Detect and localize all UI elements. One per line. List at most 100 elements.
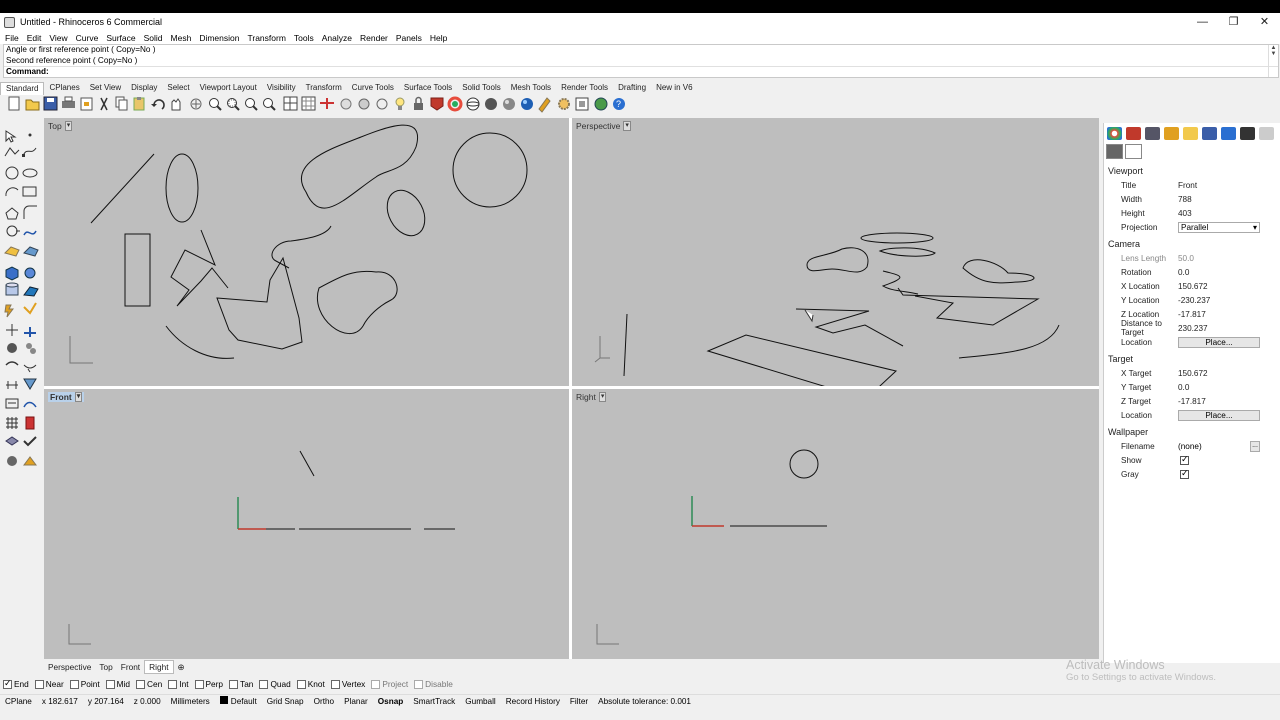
status-smarttrack[interactable]: SmartTrack (408, 697, 460, 706)
hide-icon[interactable] (358, 98, 370, 110)
light-icon[interactable] (395, 97, 405, 110)
import-icon[interactable] (80, 97, 93, 111)
osnap-tan-checkbox[interactable] (229, 679, 239, 689)
tab-curve-tools[interactable]: Curve Tools (347, 82, 399, 94)
value-rotation[interactable]: 0.0 (1176, 268, 1280, 277)
mesh-icon[interactable] (23, 286, 39, 297)
settings-panel-icon[interactable] (1259, 127, 1274, 140)
new-file-icon[interactable] (8, 96, 20, 111)
render-sphere-icon[interactable] (521, 98, 533, 110)
explode-icon[interactable] (23, 364, 37, 373)
viewport-tab-perspective[interactable]: Perspective (44, 661, 95, 673)
close-button[interactable]: ✕ (1249, 13, 1280, 31)
osnap-project-checkbox[interactable] (371, 679, 381, 689)
camera-place-button[interactable]: Place... (1178, 336, 1260, 348)
menu-render[interactable]: Render (356, 33, 392, 43)
value-y-location[interactable]: -230.237 (1176, 296, 1280, 305)
grid-array-icon[interactable] (6, 417, 18, 429)
value-distance-to-target[interactable]: 230.237 (1176, 324, 1280, 333)
four-viewports-icon[interactable] (283, 96, 298, 111)
tab-viewport-layout[interactable]: Viewport Layout (195, 82, 262, 94)
select-icon[interactable] (340, 98, 352, 110)
help-icon[interactable]: ? (613, 98, 625, 110)
menu-view[interactable]: View (45, 33, 71, 43)
viewport-label-right[interactable]: Right ▾ (576, 392, 607, 402)
osnap-knot-checkbox[interactable] (296, 679, 306, 689)
menu-panels[interactable]: Panels (392, 33, 426, 43)
osnap-vertex[interactable]: Vertex (330, 679, 365, 689)
text-icon[interactable] (23, 378, 37, 390)
paste-icon[interactable] (133, 97, 145, 111)
menu-tools[interactable]: Tools (290, 33, 318, 43)
wireframe-sphere-icon[interactable] (466, 97, 480, 111)
osnap-cen[interactable]: Cen (136, 679, 162, 689)
osnap-perp-checkbox[interactable] (194, 679, 204, 689)
osnap-mid-checkbox[interactable] (105, 679, 115, 689)
viewport-front[interactable]: Front ▾ (44, 389, 569, 659)
status-units[interactable]: Millimeters (166, 697, 215, 706)
material-panel-icon[interactable] (1126, 127, 1141, 140)
pan-hand-icon[interactable] (171, 98, 181, 111)
tab-new-in-v6[interactable]: New in V6 (651, 82, 697, 94)
ungroup-icon[interactable] (26, 343, 36, 354)
menu-curve[interactable]: Curve (72, 33, 103, 43)
value-x-target[interactable]: 150.672 (1176, 369, 1280, 378)
viewport-label-top[interactable]: Top ▾ (48, 121, 73, 131)
menu-help[interactable]: Help (426, 33, 451, 43)
value-title[interactable]: Front (1176, 181, 1280, 190)
osnap-tan[interactable]: Tan (229, 679, 253, 689)
arc-icon[interactable] (5, 187, 19, 197)
color-wheel-icon[interactable] (447, 96, 463, 112)
grid-icon[interactable] (301, 96, 316, 111)
status-ortho[interactable]: Ortho (309, 697, 339, 706)
gray-checkbox[interactable] (1180, 468, 1189, 479)
osnap-quad[interactable]: Quad (259, 679, 291, 689)
viewport-tab-front[interactable]: Front (117, 661, 144, 673)
render-icon[interactable] (23, 302, 37, 315)
environment-panel-icon[interactable] (1145, 127, 1160, 140)
cplane-icon[interactable] (320, 98, 334, 109)
osnap-point[interactable]: Point (69, 679, 100, 689)
surface-edit-icon[interactable] (23, 246, 39, 257)
status-osnap[interactable]: Osnap (373, 697, 408, 706)
save-icon[interactable] (43, 96, 58, 111)
minimize-button[interactable]: — (1187, 13, 1218, 31)
viewport-perspective[interactable]: Perspective ▾ (572, 118, 1099, 386)
camera-subtab-icon[interactable] (1106, 144, 1123, 159)
folder-panel-icon[interactable] (1183, 127, 1198, 140)
polyline-icon[interactable] (4, 147, 20, 157)
menu-solid[interactable]: Solid (140, 33, 167, 43)
menu-analyze[interactable]: Analyze (318, 33, 356, 43)
select-arrow-icon[interactable] (5, 130, 17, 143)
checkmark-icon[interactable] (23, 436, 37, 447)
undo-icon[interactable] (151, 99, 165, 110)
osnap-mid[interactable]: Mid (105, 679, 130, 689)
target-place-button[interactable]: Place... (1178, 409, 1260, 421)
status-filter[interactable]: Filter (565, 697, 593, 706)
tab-drafting[interactable]: Drafting (613, 82, 651, 94)
viewport-menu-arrow[interactable]: ▾ (623, 121, 631, 131)
curvature-icon[interactable] (23, 401, 37, 408)
show-checkbox[interactable] (1180, 454, 1189, 465)
menu-dimension[interactable]: Dimension (195, 33, 243, 43)
tab-select[interactable]: Select (162, 82, 194, 94)
viewport-menu-arrow[interactable]: ▾ (74, 392, 83, 402)
add-viewport-tab-icon[interactable]: ⊕ (174, 661, 189, 673)
osnap-project[interactable]: Project (371, 679, 408, 689)
osnap-knot[interactable]: Knot (296, 679, 325, 689)
projection-dropdown[interactable]: Parallel (1178, 221, 1260, 233)
osnap-end[interactable]: End (3, 678, 29, 689)
value-z-target[interactable]: -17.817 (1176, 397, 1280, 406)
tab-transform[interactable]: Transform (301, 82, 347, 94)
dimension-icon[interactable] (6, 381, 18, 389)
library-panel-icon[interactable] (1202, 127, 1217, 140)
paint-icon[interactable] (23, 456, 37, 466)
command-scrollbar[interactable]: ▲ ▼ (1268, 45, 1278, 77)
material-icon[interactable] (430, 97, 444, 111)
command-prompt[interactable]: Command: (4, 66, 1278, 77)
surface-icon[interactable] (4, 246, 20, 257)
options-icon[interactable] (538, 97, 551, 113)
box-icon[interactable] (5, 266, 19, 281)
osnap-disable-checkbox[interactable] (414, 679, 424, 689)
cut-icon[interactable] (100, 97, 108, 111)
